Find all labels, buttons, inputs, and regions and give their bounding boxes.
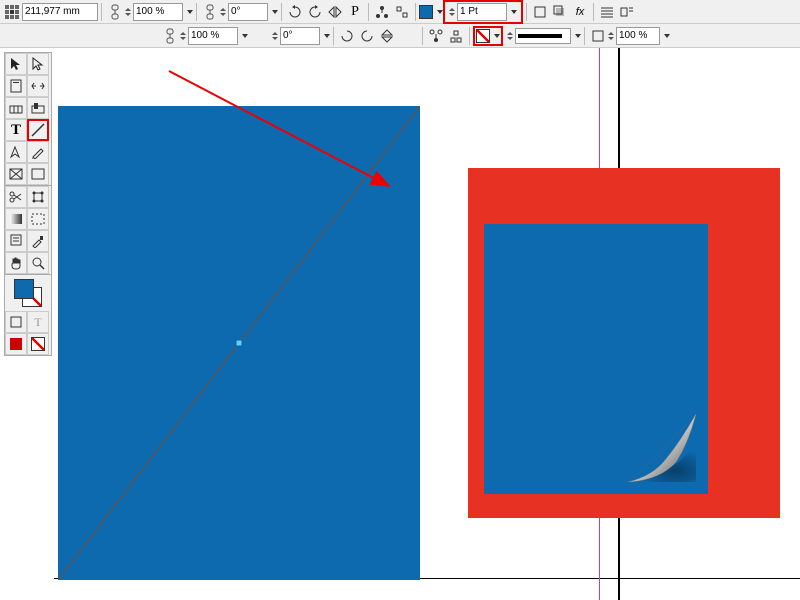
note-tool[interactable] [5,230,27,252]
line-tool[interactable] [27,119,49,141]
page-curl-effect [598,384,698,484]
content-placer-tool[interactable] [27,97,49,119]
stroke-weight-input[interactable] [457,3,507,21]
text-wrap-icon-1[interactable] [597,2,617,22]
apply-none-button[interactable] [27,333,49,355]
red-rectangle[interactable] [468,168,780,518]
blue-rectangle-inner[interactable] [484,224,708,494]
gap-tool[interactable] [27,75,49,97]
tools-panel: T T [4,52,52,356]
effects-icon-2[interactable] [550,2,570,22]
link-icon[interactable] [160,26,180,46]
stroke-style-dropdown[interactable] [515,28,571,44]
type-path-icon[interactable]: P [345,2,365,22]
top-toolbar-row-1: P fx [0,0,800,24]
scale-y-input[interactable] [188,27,238,45]
hand-tool[interactable] [5,252,27,274]
distribute-icon[interactable] [392,2,412,22]
dropdown-icon[interactable] [575,34,581,38]
rectangle-tool[interactable] [27,163,49,185]
rotate-cw-icon[interactable] [305,2,325,22]
constrain-icon[interactable] [105,2,125,22]
opacity-input[interactable] [616,27,660,45]
position-input[interactable] [22,3,98,21]
canvas[interactable] [54,48,800,600]
stroke-swatch[interactable] [476,29,490,43]
rotation-input[interactable] [228,3,268,21]
format-text-button[interactable]: T [27,311,49,333]
top-toolbar-row-2 [0,24,800,48]
shear-spinner[interactable] [272,32,278,40]
rotate-icon-3[interactable] [337,26,357,46]
align-icon[interactable] [372,2,392,22]
rotate-ccw-icon[interactable] [285,2,305,22]
effects-icon-1[interactable] [530,2,550,22]
anchor-point-icon[interactable] [2,2,22,22]
zoom-tool[interactable] [27,252,49,274]
flip-v-icon[interactable] [377,26,397,46]
free-transform-tool[interactable] [27,186,49,208]
select-child-icon[interactable] [446,26,466,46]
fill-swatch[interactable] [419,5,433,19]
dropdown-icon[interactable] [511,10,517,14]
scale-y-spinner[interactable] [180,32,186,40]
format-container-button[interactable] [5,311,27,333]
dropdown-icon[interactable] [664,34,670,38]
direct-selection-tool[interactable] [27,53,49,75]
pen-tool[interactable] [5,141,27,163]
scale-x-spinner[interactable] [125,8,131,16]
content-collector-tool[interactable] [5,97,27,119]
scissors-tool[interactable] [5,186,27,208]
page-tool[interactable] [5,75,27,97]
apply-color-button[interactable] [5,333,27,355]
stroke-style-spinner[interactable] [507,32,513,40]
annotation-arrow [164,66,404,196]
dropdown-icon[interactable] [494,34,500,38]
pencil-tool[interactable] [27,141,49,163]
eyedropper-tool[interactable] [27,230,49,252]
rotate-icon-4[interactable] [357,26,377,46]
dropdown-icon[interactable] [242,34,248,38]
dropdown-icon[interactable] [324,34,330,38]
dropdown-icon[interactable] [187,10,193,14]
gradient-swatch-tool[interactable] [5,208,27,230]
gradient-feather-tool[interactable] [27,208,49,230]
constrain-icon-2[interactable] [200,2,220,22]
select-parent-icon[interactable] [426,26,446,46]
rotation-spinner[interactable] [220,8,226,16]
selection-tool[interactable] [5,53,27,75]
shear-input[interactable] [280,27,320,45]
rectangle-frame-tool[interactable] [5,163,27,185]
scale-x-input[interactable] [133,3,183,21]
text-wrap-icon-2[interactable] [617,2,637,22]
type-tool[interactable]: T [5,119,27,141]
auto-fit-icon[interactable] [588,26,608,46]
opacity-spinner[interactable] [608,32,614,40]
fx-icon[interactable]: fx [570,2,590,22]
flip-horizontal-icon[interactable] [325,2,345,22]
dropdown-icon[interactable] [272,10,278,14]
fill-stroke-swatch[interactable] [14,279,42,307]
stroke-weight-spinner[interactable] [449,8,455,16]
